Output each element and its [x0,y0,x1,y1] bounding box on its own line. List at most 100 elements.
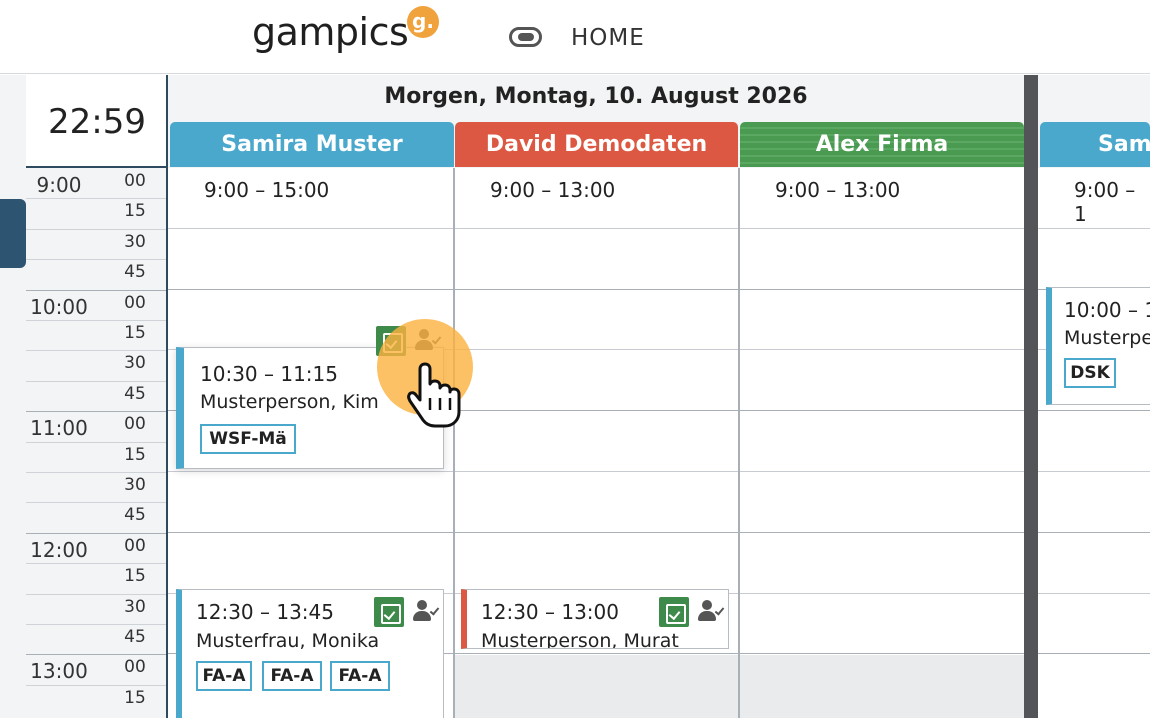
minute-label: 15 [124,323,146,343]
grid-line [740,288,1024,290]
time-slot-line [26,289,167,291]
service-tag: FA-A [262,661,322,691]
shift-label-samira: 9:00 – 15:00 [204,178,330,202]
calendar-check-icon[interactable] [659,597,689,627]
app-header: gampics g. HOME [0,0,1150,74]
hour-label: 12:00 [30,537,88,562]
time-slot-line [26,654,167,656]
day-title: Morgen, Montag, 10. August 2026 [384,84,808,109]
time-slot-line [26,563,167,565]
grid-line [168,531,454,533]
grid-line [455,288,739,290]
minute-label: 15 [124,201,146,222]
appointment-time: 12:30 – 13:00 [481,600,619,624]
staff-header-david[interactable]: David Demodaten [455,122,738,167]
minute-label: 15 [124,444,146,465]
staff-header-samira[interactable]: Samira Muster [170,122,454,167]
minute-label: 30 [124,353,146,374]
time-slot-line [26,624,167,625]
time-slot-line [26,441,167,443]
service-tag: WSF-Mä [200,424,296,454]
minute-label: 15 [124,687,146,708]
time-slot-line [26,228,167,230]
hour-label: 9:00 [36,173,82,197]
minute-label: 30 [124,475,146,495]
grid-line [740,349,1024,351]
grid-line [455,227,739,229]
service-tag: FA-A [330,661,390,691]
shift-label-alex: 9:00 – 13:00 [775,178,901,202]
minute-label: 15 [124,566,146,587]
person-check-icon[interactable] [412,597,442,627]
appointment-name: Musterperson, Murat [481,630,679,649]
grid-line [740,653,1024,655]
home-link[interactable]: HOME [571,25,645,51]
grid-line [740,410,1024,412]
grid-line [455,653,739,655]
column-sam[interactable] [1038,168,1150,718]
grid-line [1038,471,1150,472]
hour-label: 10:00 [30,294,88,319]
minute-label: 00 [124,292,146,313]
calendar-check-icon[interactable] [374,597,404,627]
shift-label-david: 9:00 – 13:00 [490,178,616,202]
appointment-card[interactable]: 12:30 – 13:45 Musterfrau, Monika FA-A FA… [176,589,444,718]
service-tag: FA-A [196,661,252,691]
appointment-time: 10:00 – 1 [1064,298,1150,322]
time-slot-line [26,472,167,473]
minute-label: 00 [124,535,146,556]
minute-label: 45 [124,383,146,404]
time-slot-line [26,350,167,352]
service-tag: DSK [1064,358,1116,388]
time-slot-line [26,593,167,595]
minute-label: 30 [124,596,146,617]
grid-line [168,471,454,472]
staff-header-alex[interactable]: Alex Firma [740,122,1024,167]
grid-line [740,227,1024,229]
time-slot-line [26,259,167,261]
staff-header-sam[interactable]: Sam [1040,122,1150,167]
time-slot-line [26,411,167,413]
hand-cursor-icon [407,362,461,428]
app-logo[interactable]: gampics [252,10,409,54]
day-separator [1024,75,1038,718]
appointment-name: Musterpe [1064,327,1150,349]
column-alex[interactable] [740,168,1024,718]
minute-label: 45 [124,627,146,647]
minute-label: 00 [124,171,146,191]
grid-line [1038,410,1150,412]
grid-line [740,592,1024,594]
time-slot-line [26,320,167,321]
hour-label: 13:00 [30,659,88,684]
appointment-card[interactable]: 12:30 – 13:00 Musterperson, Murat [461,589,729,649]
grid-line [455,531,739,533]
appointment-name: Musterperson, Kim [200,391,379,413]
minute-label: 45 [124,505,146,526]
grid-line [455,349,739,351]
logo-badge-icon: g. [407,6,439,38]
grid-line [455,471,739,472]
grid-line [168,288,454,290]
appointment-name: Musterfrau, Monika [196,630,380,652]
grid-line [1038,227,1150,229]
grid-line [740,531,1024,533]
person-check-icon[interactable] [697,597,727,627]
appointment-time: 12:30 – 13:45 [196,600,334,624]
grid-line [168,227,454,229]
appointment-card[interactable]: 10:00 – 1 Musterpe DSK [1046,287,1150,405]
current-time: 22:59 [48,102,146,142]
shift-label-sam: 9:00 – 1 [1074,178,1136,226]
toggle-icon[interactable] [509,27,542,47]
column-divider [453,168,455,718]
minute-label: 45 [124,262,146,283]
time-slot-line [26,198,167,200]
hour-label: 11:00 [30,416,88,441]
sidebar-toggle-tab[interactable] [0,199,26,268]
time-column-divider [166,75,168,718]
grid-line [740,471,1024,472]
minute-label: 00 [124,657,146,678]
grid-line [1038,531,1150,533]
minute-label: 00 [124,414,146,435]
minute-label: 30 [124,231,146,252]
grid-line [1038,592,1150,594]
